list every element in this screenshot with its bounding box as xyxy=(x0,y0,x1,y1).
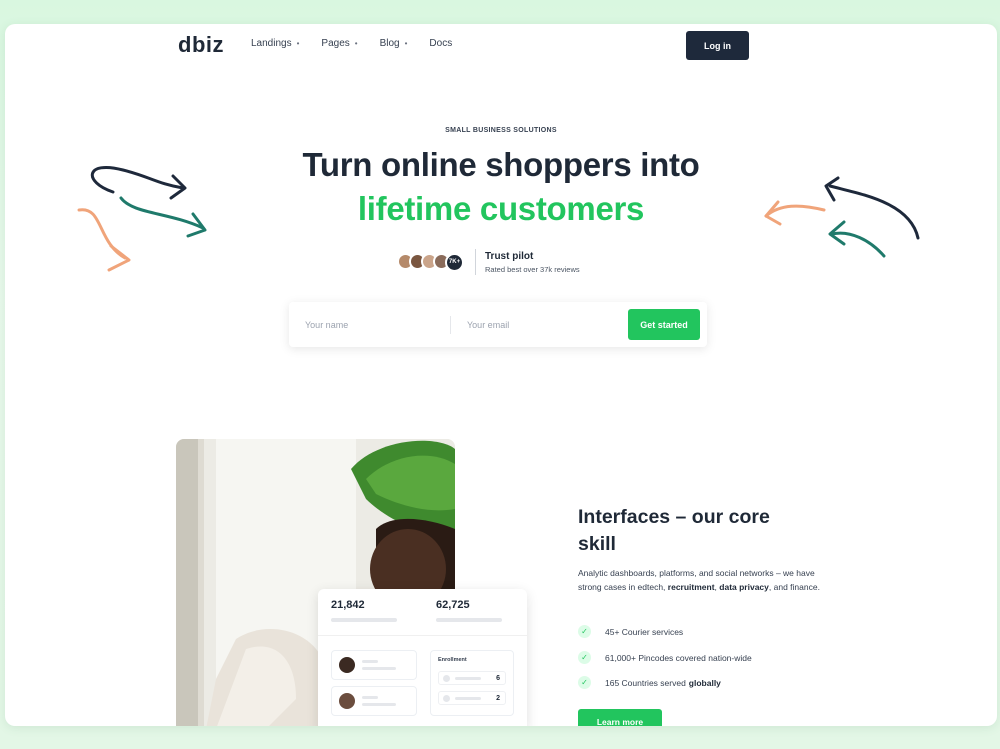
login-button[interactable]: Log in xyxy=(686,31,749,60)
list-item xyxy=(331,650,417,680)
section-title: Interfaces – our core skill xyxy=(578,506,770,555)
divider xyxy=(318,635,527,636)
placeholder-line xyxy=(362,696,378,699)
section-description: Analytic dashboards, platforms, and soci… xyxy=(578,566,828,594)
brand-logo[interactable]: dbiz xyxy=(178,32,224,58)
desc-bold: recruitment xyxy=(667,582,715,592)
feature-text: 165 Countries served xyxy=(605,677,686,688)
chevron-down-icon: • xyxy=(354,39,358,48)
menu-item-docs[interactable]: Docs xyxy=(429,38,452,49)
menu-item-pages[interactable]: Pages • xyxy=(321,38,357,49)
menu-item-blog[interactable]: Blog • xyxy=(380,38,408,49)
feature-text: 61,000+ Pincodes covered nation-wide xyxy=(605,652,752,663)
dot-icon xyxy=(443,694,450,702)
feature-item: ✓ 165 Countries served globally xyxy=(578,676,721,689)
get-started-button[interactable]: Get started xyxy=(628,309,700,340)
trust-title: Trust pilot xyxy=(485,250,534,262)
trust-subtitle: Rated best over 37k reviews xyxy=(485,264,580,274)
menu-item-label: Docs xyxy=(429,38,453,49)
feature-text: 45+ Courier services xyxy=(605,626,684,637)
stat-value: 62,725 xyxy=(436,599,470,611)
hero-title-line1: Turn online shoppers into xyxy=(302,146,700,183)
chevron-down-icon: • xyxy=(404,39,408,48)
feature-bold: globally xyxy=(688,677,721,688)
name-input[interactable] xyxy=(305,309,450,340)
top-nav: dbiz Landings • Pages • Blog • Docs Log … xyxy=(5,24,997,68)
signup-form: Get started xyxy=(289,302,707,347)
feature-item: ✓ 61,000+ Pincodes covered nation-wide xyxy=(578,651,752,664)
hero-eyebrow: SMALL BUSINESS SOLUTIONS xyxy=(445,127,557,134)
enrollment-value: 6 xyxy=(496,674,500,682)
menu-item-label: Blog xyxy=(379,38,400,49)
dot-icon xyxy=(443,674,450,682)
stat-value: 21,842 xyxy=(331,599,365,611)
dashboard-card: 21,842 62,725 Enrollment 6 2 xyxy=(318,589,527,726)
enrollment-panel: Enrollment 6 2 xyxy=(430,650,514,716)
placeholder-line xyxy=(362,667,396,670)
avatar-count-badge: 7K+ xyxy=(445,252,464,272)
placeholder-line xyxy=(455,696,481,700)
list-item xyxy=(331,686,417,716)
menu-item-label: Landings xyxy=(251,38,292,49)
enrollment-label: Enrollment xyxy=(438,657,467,663)
placeholder-line xyxy=(362,660,378,663)
desc-bold: data privacy xyxy=(719,582,769,592)
check-icon: ✓ xyxy=(578,625,591,638)
check-icon: ✓ xyxy=(578,651,591,664)
page-frame: dbiz Landings • Pages • Blog • Docs Log … xyxy=(5,24,997,726)
feature-item: ✓ 45+ Courier services xyxy=(578,625,683,638)
list-item: 6 xyxy=(438,671,506,685)
main-menu: Landings • Pages • Blog • Docs xyxy=(251,38,474,49)
chevron-down-icon: • xyxy=(296,39,300,48)
menu-item-label: Pages xyxy=(321,38,350,49)
placeholder-line xyxy=(362,703,396,706)
menu-item-landings[interactable]: Landings • xyxy=(251,38,299,49)
divider xyxy=(475,249,476,275)
hero-title-line2: lifetime customers xyxy=(357,190,645,227)
avatar xyxy=(339,657,355,673)
trust-badge: 7K+ Trust pilot Rated best over 37k revi… xyxy=(397,248,580,276)
divider xyxy=(450,315,451,334)
avatar xyxy=(339,693,355,709)
email-input[interactable] xyxy=(467,309,627,340)
check-icon: ✓ xyxy=(578,676,591,689)
list-item: 2 xyxy=(438,691,506,705)
enrollment-value: 2 xyxy=(496,694,500,702)
stat-bar xyxy=(436,618,502,622)
learn-more-button[interactable]: Learn more xyxy=(578,709,662,726)
placeholder-line xyxy=(455,676,481,680)
avatar-group: 7K+ xyxy=(397,252,464,272)
desc-text: , and finance. xyxy=(768,582,820,592)
trust-text: Trust pilot Rated best over 37k reviews xyxy=(485,251,580,274)
stat-bar xyxy=(331,618,397,622)
